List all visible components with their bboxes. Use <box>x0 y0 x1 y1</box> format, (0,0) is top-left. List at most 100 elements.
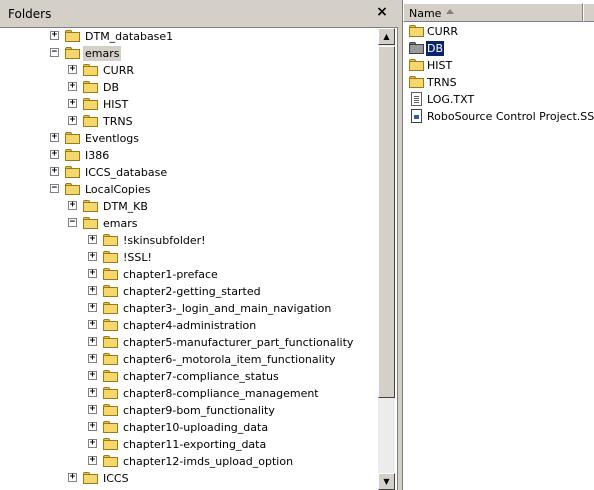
tree-node[interactable]: + HIST <box>0 96 378 113</box>
file-list-item[interactable]: DB <box>408 40 593 57</box>
tree-node[interactable]: + chapter11-exporting_data <box>0 436 378 453</box>
expand-icon[interactable]: + <box>88 354 97 363</box>
tree-node-label[interactable]: chapter10-uploading_data <box>121 420 270 435</box>
tree-node[interactable]: − LocalCopies <box>0 181 378 198</box>
tree-node-label[interactable]: TRNS <box>101 114 135 129</box>
tree-node[interactable]: + chapter1-preface <box>0 266 378 283</box>
expand-icon[interactable]: + <box>88 303 97 312</box>
tree-node-label[interactable]: chapter8-compliance_management <box>121 386 321 401</box>
collapse-icon[interactable]: − <box>68 218 77 227</box>
tree-node-label[interactable]: Eventlogs <box>83 131 141 146</box>
tree-node-label[interactable]: emars <box>101 216 139 231</box>
tree-node[interactable]: − emars <box>0 45 378 62</box>
tree-node[interactable]: + chapter5-manufacturer_part_functionalit… <box>0 334 378 351</box>
tree-node-label[interactable]: chapter5-manufacturer_part_functionality <box>121 335 355 350</box>
file-name[interactable]: HIST <box>426 58 453 73</box>
expand-icon[interactable]: + <box>68 201 77 210</box>
scroll-up-button[interactable]: ▲ <box>378 28 395 45</box>
expand-icon[interactable]: + <box>88 269 97 278</box>
expand-icon[interactable]: + <box>88 422 97 431</box>
expand-icon[interactable]: + <box>50 167 59 176</box>
close-icon[interactable]: × <box>374 4 390 20</box>
expand-icon[interactable]: + <box>88 320 97 329</box>
tree-node-label[interactable]: ICCS <box>101 471 131 486</box>
expand-icon[interactable]: + <box>68 99 77 108</box>
file-list-item[interactable]: CURR <box>408 23 593 40</box>
tree-node[interactable]: + DB <box>0 79 378 96</box>
tree-node-label[interactable]: chapter3-_login_and_main_navigation <box>121 301 333 316</box>
tree-node-label[interactable]: !SSL! <box>121 250 154 265</box>
tree-node[interactable]: + chapter7-compliance_status <box>0 368 378 385</box>
tree-node[interactable]: + chapter10-uploading_data <box>0 419 378 436</box>
tree-node-label[interactable]: chapter2-getting_started <box>121 284 263 299</box>
expand-icon[interactable]: + <box>50 133 59 142</box>
tree-node[interactable]: + CURR <box>0 62 378 79</box>
tree-node[interactable]: + DTM_database1 <box>0 28 378 45</box>
tree-node[interactable]: + !skinsubfolder! <box>0 232 378 249</box>
expand-icon[interactable]: + <box>88 286 97 295</box>
tree-node-label[interactable]: chapter1-preface <box>121 267 220 282</box>
collapse-icon[interactable]: − <box>50 48 59 57</box>
tree-node[interactable]: + chapter4-administration <box>0 317 378 334</box>
tree-node-label[interactable]: DB <box>101 80 121 95</box>
tree-node[interactable]: + chapter6-_motorola_item_functionality <box>0 351 378 368</box>
tree-node[interactable]: + chapter9-bom_functionality <box>0 402 378 419</box>
tree-node[interactable]: + ICCS_database <box>0 164 378 181</box>
tree-node[interactable]: + Eventlogs <box>0 130 378 147</box>
expand-icon[interactable]: + <box>88 388 97 397</box>
tree-node-label[interactable]: LocalCopies <box>83 182 152 197</box>
tree-node[interactable]: + I386 <box>0 147 378 164</box>
tree-node-label[interactable]: chapter7-compliance_status <box>121 369 281 384</box>
expand-icon[interactable]: + <box>88 235 97 244</box>
tree-node-label[interactable]: chapter9-bom_functionality <box>121 403 277 418</box>
expand-icon[interactable]: + <box>88 252 97 261</box>
expand-icon[interactable]: + <box>68 116 77 125</box>
tree-node-label[interactable]: chapter4-administration <box>121 318 258 333</box>
tree-node-label[interactable]: !skinsubfolder! <box>121 233 208 248</box>
expand-icon[interactable]: + <box>88 439 97 448</box>
expand-icon[interactable]: + <box>88 337 97 346</box>
expand-icon[interactable]: + <box>88 405 97 414</box>
expand-icon[interactable]: + <box>68 65 77 74</box>
scrollbar-thumb[interactable] <box>378 46 395 398</box>
expand-icon[interactable]: + <box>50 150 59 159</box>
vertical-scrollbar[interactable]: ▲ ▼ <box>378 28 395 490</box>
expand-icon[interactable]: + <box>88 456 97 465</box>
tree-node-label[interactable]: chapter12-imds_upload_option <box>121 454 295 469</box>
tree-node[interactable]: + TRNS <box>0 113 378 130</box>
tree-node[interactable]: + chapter8-compliance_management <box>0 385 378 402</box>
file-name[interactable]: DB <box>426 41 445 56</box>
tree-node-label[interactable]: I386 <box>83 148 111 163</box>
tree-node-label[interactable]: DTM_database1 <box>83 29 175 44</box>
tree-node[interactable]: + DTM_KB <box>0 198 378 215</box>
file-name[interactable]: LOG.TXT <box>426 92 475 107</box>
file-name[interactable]: TRNS <box>426 75 458 90</box>
expand-icon[interactable]: + <box>68 82 77 91</box>
tree-node-label[interactable]: DTM_KB <box>101 199 150 214</box>
tree-node[interactable]: − emars <box>0 215 378 232</box>
tree-node-label[interactable]: emars <box>83 46 122 61</box>
tree-node-label[interactable]: ICCS_database <box>83 165 169 180</box>
collapse-icon[interactable]: − <box>50 184 59 193</box>
file-list-item[interactable]: TRNS <box>408 74 593 91</box>
expand-icon[interactable]: + <box>68 473 77 482</box>
file-name[interactable]: CURR <box>426 24 459 39</box>
column-header-name[interactable]: Name <box>403 3 583 22</box>
tree-node-label[interactable]: chapter11-exporting_data <box>121 437 268 452</box>
tree-node[interactable]: + chapter12-imds_upload_option <box>0 453 378 470</box>
column-header-extra[interactable] <box>583 3 594 22</box>
file-list-item[interactable]: LOG.TXT <box>408 91 593 108</box>
expand-icon[interactable]: + <box>50 31 59 40</box>
tree-node[interactable]: + !SSL! <box>0 249 378 266</box>
tree-node[interactable]: + ICCS <box>0 470 378 487</box>
file-name[interactable]: RoboSource Control Project.SSP <box>426 109 594 124</box>
tree-node-label[interactable]: CURR <box>101 63 136 78</box>
expand-icon[interactable]: + <box>88 371 97 380</box>
scroll-down-button[interactable]: ▼ <box>378 473 395 490</box>
tree-node[interactable]: + chapter2-getting_started <box>0 283 378 300</box>
tree-node[interactable]: + chapter3-_login_and_main_navigation <box>0 300 378 317</box>
tree-node-label[interactable]: HIST <box>101 97 130 112</box>
file-list-item[interactable]: RoboSource Control Project.SSP <box>408 108 594 125</box>
tree-node-label[interactable]: chapter6-_motorola_item_functionality <box>121 352 338 367</box>
file-list-item[interactable]: HIST <box>408 57 593 74</box>
